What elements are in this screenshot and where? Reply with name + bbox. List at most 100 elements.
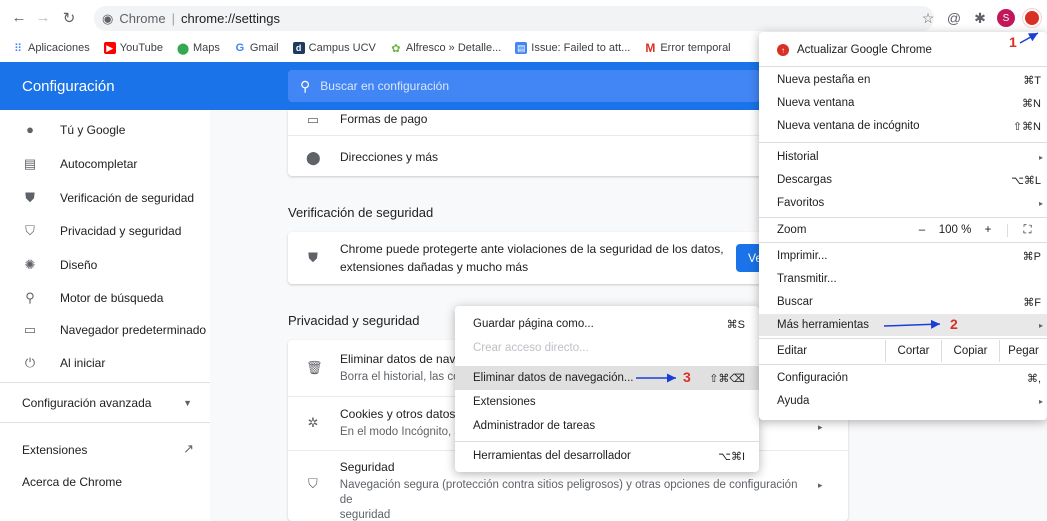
settings-search-input[interactable]: ⚲ Buscar en configuración xyxy=(288,70,760,102)
chrome-site-icon: ◉ xyxy=(102,10,114,26)
puzzle-icon[interactable]: ✱ xyxy=(971,9,989,27)
copy-button[interactable]: Copiar xyxy=(941,340,999,362)
back-arrow-icon[interactable]: ← xyxy=(8,9,30,26)
avatar[interactable]: S xyxy=(997,9,1015,27)
zoom-out-button[interactable]: – xyxy=(911,224,933,236)
cast-item[interactable]: Transmitir... xyxy=(759,268,1047,290)
print-item[interactable]: Imprimir... ⌘P xyxy=(759,245,1047,267)
forward-arrow-icon[interactable]: → xyxy=(32,9,54,26)
extension-at-icon[interactable]: @ xyxy=(945,9,963,27)
create-shortcut-item: Crear acceso directo... xyxy=(473,342,589,354)
omnibox-separator: | xyxy=(171,11,175,26)
sidebar-extensions[interactable]: Extensiones ↗ xyxy=(22,441,194,457)
omnibox[interactable]: ◉ Chrome | chrome://settings xyxy=(94,6,934,31)
person-icon: ● xyxy=(26,122,34,137)
sidebar-divider xyxy=(0,422,210,423)
sidebar-item-safety-check[interactable]: ⛊ Verificación de seguridad xyxy=(22,190,194,206)
bookmark-star-icon[interactable]: ☆ xyxy=(919,9,937,27)
cut-button[interactable]: Cortar xyxy=(885,340,941,362)
history-item[interactable]: Historial ▸ xyxy=(759,146,1047,168)
bookmark-alfresco[interactable]: ✿ Alfresco » Detalle... xyxy=(390,42,501,55)
power-icon: ⏻ xyxy=(24,355,36,370)
more-tools-item[interactable]: Más herramientas ▸ xyxy=(759,314,1047,336)
paste-button[interactable]: Pegar xyxy=(999,340,1047,362)
help-item[interactable]: Ayuda ▸ xyxy=(759,390,1047,412)
new-incognito-item[interactable]: Nueva ventana de incógnito ⇧⌘N xyxy=(759,115,1047,137)
shield-check-icon: ⛊ xyxy=(308,250,318,265)
shield-icon: ⛉ xyxy=(25,223,35,238)
new-window-item[interactable]: Nueva ventana ⌘N xyxy=(759,92,1047,114)
gmail-icon: M xyxy=(645,41,656,55)
sidebar-item-default-browser[interactable]: ▭ Navegador predeterminado xyxy=(22,322,206,338)
clipboard-icon: ▤ xyxy=(23,156,37,171)
cookies-row[interactable]: ✲ Cookies y otros datos de En el modo Inc… xyxy=(306,407,473,440)
search-placeholder: Buscar en configuración xyxy=(320,79,450,93)
sidebar-item-privacy[interactable]: ⛉ Privacidad y seguridad xyxy=(22,223,181,239)
zoom-controls: – 100 % + ⛶ xyxy=(911,219,1047,241)
zoom-in-button[interactable]: + xyxy=(977,224,999,236)
chrome-main-menu: ↑ Actualizar Google Chrome Nueva pestaña … xyxy=(759,32,1047,420)
menu-divider xyxy=(759,364,1047,365)
clear-browsing-data-row[interactable]: 🗑 Eliminar datos de navega Borra el histo… xyxy=(306,352,475,385)
addresses-row[interactable]: ⬤ Direcciones y más xyxy=(306,150,438,166)
downloads-item[interactable]: Descargas ⌥⌘L xyxy=(759,169,1047,191)
menu-divider xyxy=(455,441,759,442)
sidebar-about[interactable]: Acerca de Chrome xyxy=(22,475,122,489)
settings-item[interactable]: Configuración ⌘, xyxy=(759,367,1047,389)
credit-card-icon: ▭ xyxy=(306,112,320,127)
find-item[interactable]: Buscar ⌘F xyxy=(759,291,1047,313)
toolbar-actions: ☆ @ ✱ S xyxy=(919,4,1047,32)
palette-icon: ✺ xyxy=(24,257,36,272)
reload-icon[interactable]: ↻ xyxy=(58,9,80,27)
bookmark-maps[interactable]: ⬤ Maps xyxy=(176,42,220,55)
more-tools-submenu: Guardar página como... ⌘S Crear acceso di… xyxy=(455,306,759,472)
sidebar-item-search-engine[interactable]: ⚲ Motor de búsqueda xyxy=(22,290,163,306)
fullscreen-icon[interactable]: ⛶ xyxy=(1007,223,1047,237)
extensions-item[interactable]: Extensiones xyxy=(455,390,759,414)
menu-divider xyxy=(759,242,1047,243)
sidebar-item-autofill[interactable]: ▤ Autocompletar xyxy=(22,156,138,172)
sidebar-item-you-and-google[interactable]: ● Tú y Google xyxy=(22,122,125,137)
sidebar-advanced[interactable]: Configuración avanzada ▼ xyxy=(22,396,192,410)
update-alert-icon: ↑ xyxy=(777,44,789,56)
step-1-label: 1 xyxy=(1009,34,1017,50)
clear-browsing-data-item[interactable]: Eliminar datos de navegación... ⇧⌘⌫ xyxy=(455,366,759,390)
sidebar-divider xyxy=(0,382,210,383)
save-page-as-item[interactable]: Guardar página como... ⌘S xyxy=(455,312,759,336)
bookmark-apps[interactable]: ⠿ Aplicaciones xyxy=(12,42,90,55)
settings-sidebar: ● Tú y Google ▤ Autocompletar ⛊ Verificació… xyxy=(0,110,210,521)
update-chrome-item[interactable]: ↑ Actualizar Google Chrome xyxy=(759,38,1047,62)
youtube-icon: ▶ xyxy=(103,42,116,54)
bookmark-campus[interactable]: d Campus UCV xyxy=(292,42,376,54)
privacy-heading: Privacidad y seguridad xyxy=(288,313,420,328)
update-menu-icon[interactable] xyxy=(1023,9,1041,27)
open-external-icon: ↗ xyxy=(183,441,194,456)
zoom-value: 100 % xyxy=(938,224,972,236)
browser-icon: ▭ xyxy=(23,322,37,337)
bookmark-gmail[interactable]: G Gmail xyxy=(234,42,279,54)
search-icon: ⚲ xyxy=(25,290,35,305)
task-manager-item[interactable]: Administrador de tareas xyxy=(455,414,759,438)
safety-check-heading: Verificación de seguridad xyxy=(288,205,434,220)
location-pin-icon: ⬤ xyxy=(306,150,321,165)
bookmarks-item[interactable]: Favoritos ▸ xyxy=(759,192,1047,214)
maps-pin-icon: ⬤ xyxy=(176,42,190,55)
sidebar-item-appearance[interactable]: ✺ Diseño xyxy=(22,257,98,273)
edit-row: Editar Cortar Copiar Pegar xyxy=(759,340,1047,362)
new-tab-item[interactable]: Nueva pestaña en ⌘T xyxy=(759,69,1047,91)
payment-methods-row[interactable]: ▭ Formas de pago xyxy=(306,112,428,128)
issue-icon: ▤ xyxy=(515,42,528,54)
page-title: Configuración xyxy=(22,78,115,95)
shield-icon: ⛉ xyxy=(308,476,318,491)
bookmark-issue[interactable]: ▤ Issue: Failed to att... xyxy=(515,42,630,54)
menu-divider xyxy=(759,66,1047,67)
menu-divider xyxy=(759,217,1047,218)
bookmark-error[interactable]: M Error temporal xyxy=(644,41,730,55)
cookie-icon: ✲ xyxy=(307,415,319,430)
developer-tools-item[interactable]: Herramientas del desarrollador ⌥⌘I xyxy=(455,444,759,468)
bookmark-youtube[interactable]: ▶ YouTube xyxy=(103,42,163,54)
chevron-down-icon: ▼ xyxy=(183,398,192,408)
sidebar-item-on-startup[interactable]: ⏻ Al iniciar xyxy=(22,355,106,371)
omnibox-url: chrome://settings xyxy=(180,11,280,26)
search-icon: ⚲ xyxy=(300,77,311,94)
